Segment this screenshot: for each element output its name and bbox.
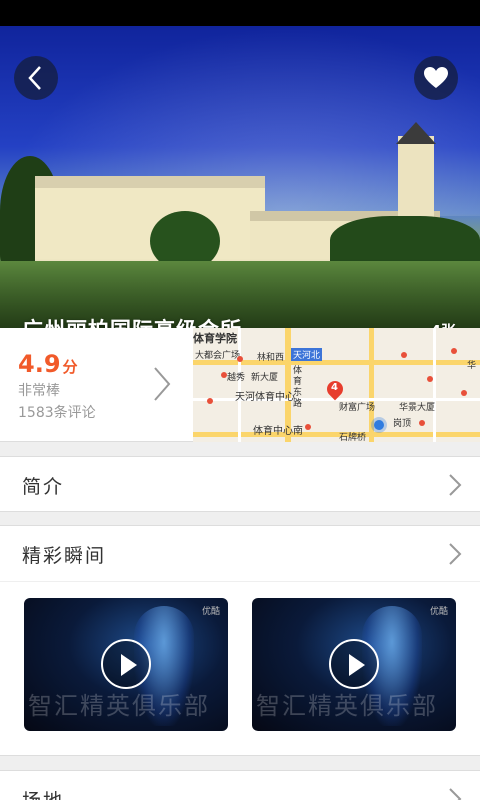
heart-icon xyxy=(424,67,448,88)
play-icon[interactable] xyxy=(329,639,379,689)
review-count[interactable]: 1583条评论 xyxy=(18,402,96,422)
map-label: 林和西 xyxy=(257,353,285,363)
map-poi xyxy=(305,424,311,430)
map-label: 华景大厦 xyxy=(399,403,436,413)
hero-building xyxy=(35,176,265,266)
map-label: 华 xyxy=(467,361,477,371)
venue-row[interactable]: 场地 xyxy=(0,770,480,800)
map-pin-number: 4 xyxy=(331,382,338,393)
rating-map-row: 4.9 分 非常棒 1583条评论 体育学院 大都会广场 林和西 天河北 越秀 新… xyxy=(0,328,480,442)
map-label: 体育学院 xyxy=(193,332,237,345)
location-map[interactable]: 体育学院 大都会广场 林和西 天河北 越秀 新大厦 天河体育中心 体育东路 财富… xyxy=(193,328,480,442)
map-road xyxy=(193,432,480,437)
hero-image[interactable]: 广州丽柏国际高级会所 4张 xyxy=(0,26,480,328)
hero-tower-roof xyxy=(396,122,436,144)
highlights-label: 精彩瞬间 xyxy=(22,545,107,567)
video-source-tag: 优酷 xyxy=(429,607,448,617)
current-location-icon xyxy=(374,420,384,430)
chevron-right-icon xyxy=(449,543,462,565)
map-label: 石牌桥 xyxy=(339,433,367,442)
map-poi xyxy=(427,376,433,382)
photo-count[interactable]: 4张 xyxy=(431,320,456,328)
map-poi xyxy=(451,348,457,354)
venue-title: 广州丽柏国际高级会所 xyxy=(22,314,242,328)
map-poi xyxy=(237,356,243,362)
favorite-button[interactable] xyxy=(414,56,458,100)
map-label: 天河体育中心 xyxy=(235,392,295,403)
map-poi xyxy=(207,398,213,404)
intro-label: 简介 xyxy=(22,476,65,498)
map-poi xyxy=(401,352,407,358)
map-label: 天河北 xyxy=(291,348,323,361)
chevron-right-icon xyxy=(449,788,462,800)
map-label: 财富广场 xyxy=(339,403,376,413)
highlights-row[interactable]: 精彩瞬间 xyxy=(0,525,480,581)
video-source-tag: 优酷 xyxy=(201,607,220,617)
chevron-right-icon xyxy=(449,474,462,496)
map-label: 体育中心南 xyxy=(253,426,303,437)
highlights-videos: 优酷 智汇精英俱乐部 优酷 智汇精英俱乐部 xyxy=(0,582,480,756)
map-label: 体育东路 xyxy=(293,366,303,409)
intro-row[interactable]: 简介 xyxy=(0,456,480,512)
video-watermark: 智汇精英俱乐部 xyxy=(28,692,210,720)
video-thumbnail[interactable]: 优酷 智汇精英俱乐部 xyxy=(252,598,456,731)
map-label: 岗顶 xyxy=(393,419,412,429)
back-button[interactable] xyxy=(14,56,58,100)
play-icon[interactable] xyxy=(101,639,151,689)
map-street xyxy=(238,328,241,442)
chevron-right-icon[interactable] xyxy=(152,366,172,402)
video-thumbnail[interactable]: 优酷 智汇精英俱乐部 xyxy=(24,598,228,731)
map-poi xyxy=(461,390,467,396)
map-label: 越秀 xyxy=(227,373,246,383)
status-bar xyxy=(0,0,480,26)
map-street xyxy=(433,328,436,442)
rating-score[interactable]: 4.9 分 xyxy=(18,350,78,378)
map-label: 大都会广场 xyxy=(195,351,241,361)
video-watermark: 智汇精英俱乐部 xyxy=(256,692,438,720)
venue-label: 场地 xyxy=(22,786,64,800)
rating-score-value: 4.9 xyxy=(18,350,61,378)
map-poi xyxy=(221,372,227,378)
chevron-left-icon xyxy=(28,66,41,90)
rating-word: 非常棒 xyxy=(18,383,60,399)
rating-score-unit: 分 xyxy=(62,358,78,376)
map-label: 新大厦 xyxy=(251,373,279,383)
map-poi xyxy=(419,420,425,426)
